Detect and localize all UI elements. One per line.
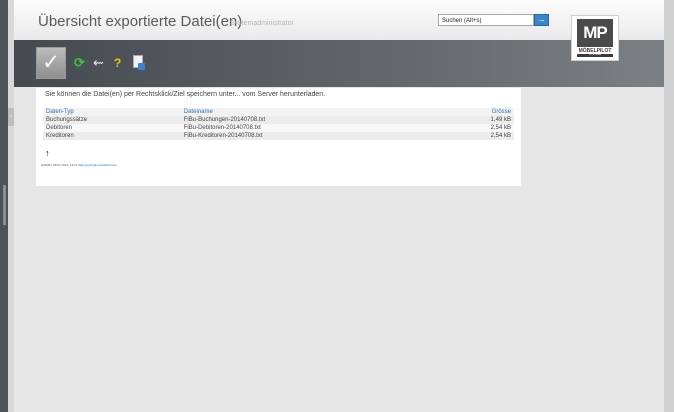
user-role: Systemadministrator — [230, 20, 294, 27]
export-table: Daten-Typ Dateiname Grösse Buchungssätze… — [43, 108, 514, 140]
cell-size: 2,54 kB — [436, 124, 514, 132]
page-title: Übersicht exportierte Datei(en) — [38, 13, 243, 30]
help-icon[interactable]: ? — [114, 56, 121, 70]
cell-filename-link[interactable]: FiBu-Kreditoren-20140708.txt — [180, 132, 437, 140]
search-input[interactable]: Suchen (Alt+s) — [438, 14, 534, 26]
logo-tag: BY SCHEMA — [577, 54, 613, 57]
support-email-link[interactable]: [support@moebelpilot.de] — [82, 163, 116, 167]
up-arrow-icon[interactable]: ↑ — [45, 148, 50, 158]
sidebar-handle[interactable] — [3, 185, 6, 225]
info-text: Sie können die Datei(en) per Rechtsklick… — [45, 91, 326, 98]
table-row[interactable]: Buchungssätze FiBu-Buchungen-20140708.tx… — [43, 116, 514, 124]
logo-mark: MP — [577, 19, 613, 47]
app-frame: › Übersicht exportierte Datei(en) System… — [0, 0, 674, 412]
confirm-button[interactable]: ✓ — [36, 47, 66, 79]
header: Übersicht exportierte Datei(en) Systemad… — [14, 0, 664, 40]
cell-filename-link[interactable]: FiBu-Debitoren-20140708.txt — [180, 124, 437, 132]
toolbar: ✓ ⟳ ⇜ ? — [14, 40, 664, 87]
refresh-icon[interactable]: ⟳ — [74, 56, 85, 70]
column-header-type[interactable]: Daten-Typ — [43, 108, 181, 116]
back-icon[interactable]: ⇜ — [93, 56, 104, 70]
table-row[interactable]: Kreditoren FiBu-Kreditoren-20140708.txt … — [43, 132, 514, 140]
column-header-filename[interactable]: Dateiname — [180, 108, 437, 116]
column-header-size[interactable]: Grösse — [436, 108, 514, 116]
search-button[interactable]: → — [534, 14, 549, 26]
logo: MP MÖBELPILOT BY SCHEMA — [571, 15, 619, 61]
export-panel: Sie können die Datei(en) per Rechtsklick… — [36, 88, 521, 186]
right-rail — [664, 0, 674, 412]
footer-prefix: [ADMIN, 08.07.2014, 14:27:31] — [41, 163, 83, 167]
cell-type: Kreditoren — [43, 132, 181, 140]
cell-size: 1,49 kB — [436, 116, 514, 124]
cell-type: Buchungssätze — [43, 116, 181, 124]
footer-info: [ADMIN, 08.07.2014, 14:27:31][support@mo… — [41, 163, 117, 167]
cell-type: Debitoren — [43, 124, 181, 132]
table-row[interactable]: Debitoren FiBu-Debitoren-20140708.txt 2,… — [43, 124, 514, 132]
document-export-icon[interactable] — [133, 55, 145, 70]
table-header-row: Daten-Typ Dateiname Grösse — [43, 108, 514, 116]
cell-size: 2,54 kB — [436, 132, 514, 140]
cell-filename-link[interactable]: FiBu-Buchungen-20140708.txt — [180, 116, 437, 124]
